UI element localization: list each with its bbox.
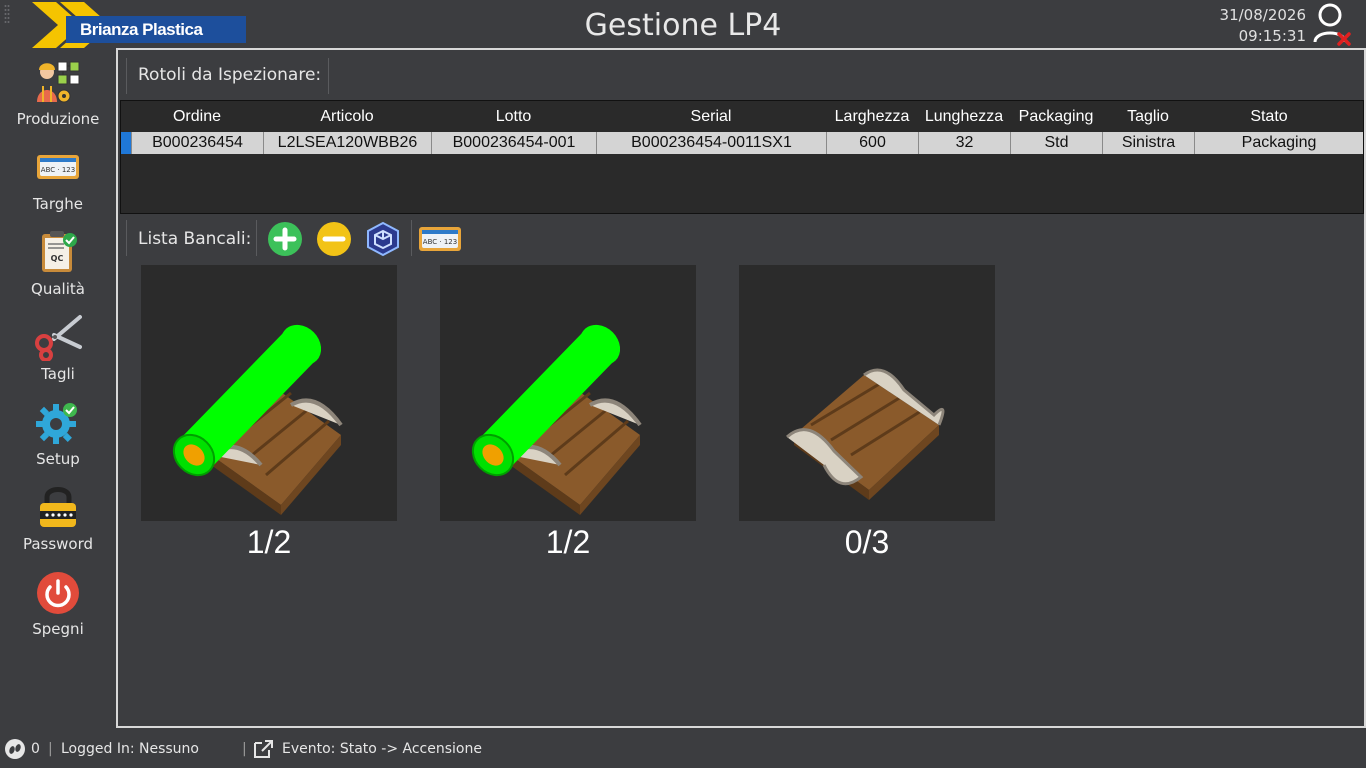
event-counter: 0 (31, 741, 40, 757)
logged-in-status: Logged In: Nessuno (61, 741, 199, 757)
loaded-pallet-icon (172, 324, 343, 515)
sidebar-item-produzione[interactable]: Produzione (0, 54, 116, 134)
pallet-count: 1/2 (246, 524, 292, 560)
toolbar-separator (126, 220, 127, 256)
sidebar-item-spegni[interactable]: Spegni (0, 564, 116, 644)
sidebar: Produzione ABC · 123 Targhe QC Qualità T… (0, 50, 116, 728)
empty-pallet-icon (785, 368, 945, 500)
pallet-base (785, 368, 945, 500)
qc-clipboard-icon: QC (42, 231, 77, 272)
external-link-icon[interactable] (252, 739, 274, 759)
pallet-card-1[interactable] (141, 265, 397, 521)
column-header[interactable]: Taglio (1102, 105, 1194, 129)
svg-text:ABC · 123: ABC · 123 (423, 238, 457, 246)
footprints-icon (5, 739, 25, 759)
column-header[interactable]: Lotto (431, 105, 596, 129)
svg-text:ABC · 123: ABC · 123 (41, 166, 75, 174)
rolls-section-title: Rotoli da Ispezionare: (138, 65, 322, 85)
status-separator: | (48, 741, 53, 757)
pallet-card-2[interactable] (440, 265, 696, 521)
toolbar-separator (411, 220, 412, 256)
column-header[interactable]: Articolo (263, 105, 431, 129)
rolls-table[interactable]: Ordine Articolo Lotto Serial Larghezza L… (120, 100, 1364, 214)
license-plate-icon: ABC · 123 (37, 155, 79, 179)
cell-lunghezza: 32 (918, 132, 1010, 154)
pallets-section-title: Lista Bancali: (138, 229, 252, 249)
cell-articolo: L2LSEA120WBB26 (263, 132, 431, 154)
sidebar-item-label: Setup (36, 450, 80, 468)
cell-ordine: B000236454 (131, 132, 263, 154)
row-selection-marker (121, 132, 131, 154)
toolbar-separator (256, 220, 257, 256)
status-bar: 0 | Logged In: Nessuno | Evento: Stato -… (0, 730, 1366, 768)
app-window: Brianza Plastica Gestione LP4 31/08/2026… (0, 0, 1366, 768)
cell-packaging: Std (1010, 132, 1102, 154)
toolbar-separator (126, 58, 127, 94)
table-row[interactable]: B000236454 L2LSEA120WBB26 B000236454-001… (121, 132, 1363, 154)
column-header[interactable]: Lunghezza (918, 105, 1010, 129)
clock: 31/08/2026 09:15:31 (1196, 5, 1306, 47)
sidebar-item-label: Produzione (16, 110, 100, 128)
current-date: 31/08/2026 (1219, 6, 1306, 24)
column-header[interactable]: Ordine (131, 105, 263, 129)
pallet-count: 1/2 (545, 524, 591, 560)
column-header[interactable]: Larghezza (826, 105, 918, 129)
column-header[interactable]: Serial (596, 105, 826, 129)
cell-taglio: Sinistra (1102, 132, 1194, 154)
status-separator: | (242, 741, 247, 757)
gear-icon (36, 403, 77, 444)
sidebar-item-tagli[interactable]: Tagli (0, 309, 116, 389)
worker-icon (37, 61, 80, 103)
power-icon (37, 572, 79, 614)
table-header: Ordine Articolo Lotto Serial Larghezza L… (121, 105, 1363, 129)
license-plate-icon[interactable]: ABC · 123 (417, 220, 463, 258)
pallet-card-3[interactable] (739, 265, 995, 521)
cell-serial: B000236454-0011SX1 (596, 132, 826, 154)
user-logout-icon[interactable] (1312, 0, 1352, 48)
cell-larghezza: 600 (826, 132, 918, 154)
header: Brianza Plastica Gestione LP4 31/08/2026… (0, 0, 1366, 50)
sidebar-item-qualita[interactable]: QC Qualità (0, 224, 116, 304)
sidebar-item-setup[interactable]: Setup (0, 394, 116, 474)
sidebar-item-label: Tagli (41, 365, 75, 383)
toolbar-separator (328, 58, 329, 94)
add-icon[interactable] (266, 220, 304, 258)
cell-stato: Packaging (1194, 132, 1363, 154)
app-title: Gestione LP4 (584, 8, 782, 43)
svg-text:QC: QC (51, 254, 64, 263)
pallet-count: 0/3 (844, 524, 890, 560)
column-header[interactable]: Stato (1194, 105, 1344, 129)
current-time: 09:15:31 (1238, 27, 1306, 45)
event-status: Evento: Stato -> Accensione (282, 741, 482, 757)
column-header[interactable]: Packaging (1010, 105, 1102, 129)
cube-icon[interactable] (364, 220, 402, 258)
sidebar-item-targhe[interactable]: ABC · 123 Targhe (0, 139, 116, 219)
sidebar-item-label: Password (22, 535, 94, 553)
scissors-icon (35, 315, 82, 361)
cell-lotto: B000236454-001 (431, 132, 596, 154)
loaded-pallet-icon (471, 324, 642, 515)
sidebar-item-label: Qualità (31, 280, 85, 298)
padlock-icon (40, 487, 76, 527)
sidebar-item-label: Targhe (32, 195, 84, 213)
sidebar-item-password[interactable]: Password (0, 479, 116, 559)
remove-icon[interactable] (315, 220, 353, 258)
main-panel: Rotoli da Ispezionare: Ordine Articolo L… (116, 48, 1366, 728)
pallets-toolbar: Lista Bancali: ABC · 123 (126, 216, 526, 260)
sidebar-item-label: Spegni (32, 620, 84, 638)
